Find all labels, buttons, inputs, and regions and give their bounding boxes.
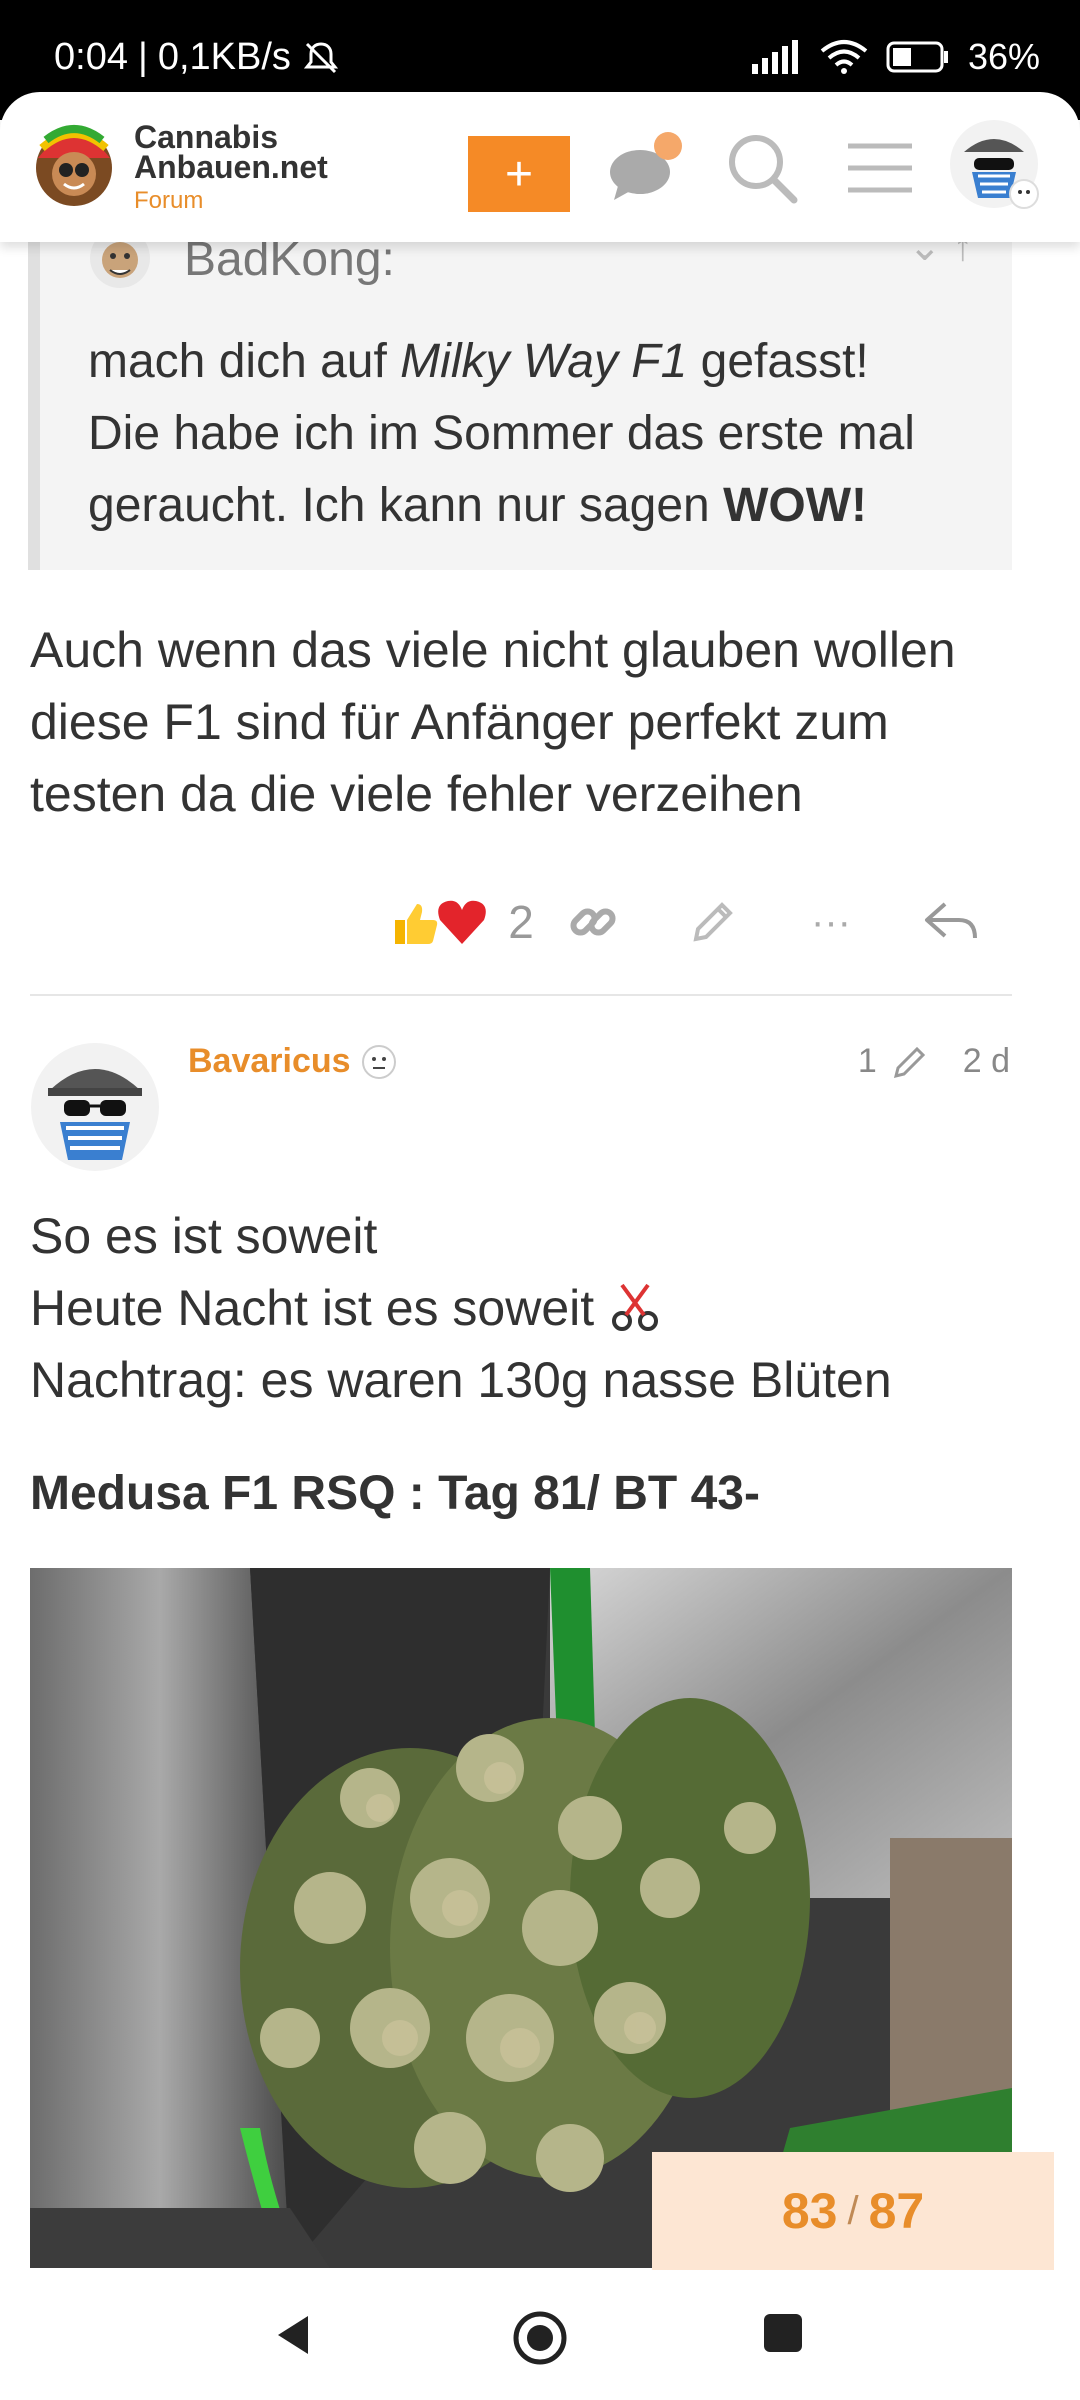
scissors-icon xyxy=(612,1283,659,1331)
battery-percent: 36% xyxy=(967,36,1040,77)
post1-actions: 2 ··· xyxy=(0,882,1080,962)
logo-name-line2: Anbauen.net xyxy=(134,149,328,185)
post2-username[interactable]: Bavaricus xyxy=(188,1042,397,1081)
status-left: 0:04 | 0,1KB/s xyxy=(54,36,341,79)
post2-heading: Medusa F1 RSQ : Tag 81/ BT 43- xyxy=(30,1467,760,1520)
logo-subtitle: Forum xyxy=(134,187,204,214)
site-header: Cannabis Anbauen.net Forum + xyxy=(0,92,1080,242)
progress-current: 83 xyxy=(781,2183,838,2239)
progress-separator: / xyxy=(847,2188,859,2233)
status-net-speed: 0,1KB/s xyxy=(157,36,291,78)
post2-age[interactable]: 2 d xyxy=(963,1042,1010,1081)
wifi-icon xyxy=(820,40,868,74)
post-divider xyxy=(30,994,1012,996)
new-topic-button[interactable]: + xyxy=(468,136,570,212)
menu-icon[interactable] xyxy=(840,128,920,208)
logo-name-line1: Cannabis xyxy=(134,119,279,155)
user-avatar[interactable] xyxy=(948,118,1040,210)
search-icon[interactable] xyxy=(722,128,802,208)
post1-body: Auch wenn das viele nicht glauben wollen… xyxy=(30,622,956,822)
back-icon[interactable] xyxy=(270,2310,320,2360)
signal-icon xyxy=(751,40,798,74)
status-time: 0:04 xyxy=(54,36,128,78)
post2-line1: So es ist soweit xyxy=(30,1208,378,1264)
chat-icon[interactable] xyxy=(604,128,684,208)
system-nav-bar xyxy=(0,2270,1080,2400)
post2-line2: Heute Nacht ist es soweit xyxy=(30,1272,662,1344)
topic-progress[interactable]: 83 / 87 xyxy=(652,2152,1054,2270)
battery-icon xyxy=(886,41,948,73)
heart-icon[interactable] xyxy=(432,882,492,962)
quote-block: BadKong: ⌄ ↑ mach dich auf Milky Way F1 … xyxy=(28,225,1012,570)
post2-line3: Nachtrag: es waren 130g nasse Blüten xyxy=(30,1352,892,1408)
reply-icon[interactable] xyxy=(916,882,986,962)
logo-icon[interactable] xyxy=(28,118,120,210)
status-right: 36% xyxy=(751,36,1040,78)
bell-off-icon xyxy=(303,41,339,73)
post2-meta: 1 2 d xyxy=(858,1042,1010,1081)
more-icon[interactable]: ··· xyxy=(796,882,866,962)
recents-icon[interactable] xyxy=(760,2310,806,2356)
logo-text[interactable]: Cannabis Anbauen.net Forum xyxy=(134,119,328,216)
link-icon[interactable] xyxy=(558,882,628,962)
edit-history-icon[interactable] xyxy=(891,1043,929,1081)
reaction-count[interactable]: 2 xyxy=(498,882,544,962)
quote-body: mach dich auf Milky Way F1 gefasst! Die … xyxy=(88,335,915,532)
progress-total: 87 xyxy=(868,2183,925,2239)
home-icon[interactable] xyxy=(512,2310,568,2366)
post2-avatar[interactable] xyxy=(30,1042,160,1172)
edit-count[interactable]: 1 xyxy=(858,1042,877,1081)
user-status-icon xyxy=(361,1044,396,1079)
edit-icon[interactable] xyxy=(678,882,748,962)
